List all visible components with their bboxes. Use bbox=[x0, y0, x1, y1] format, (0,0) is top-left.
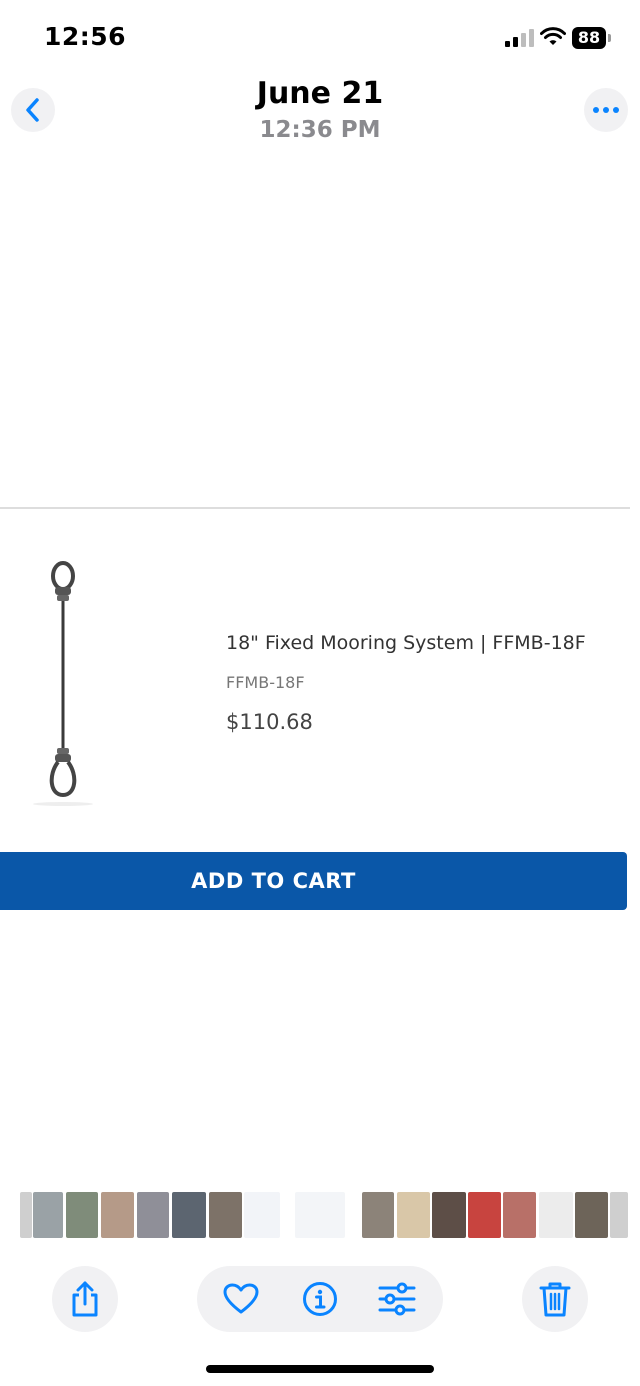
photo-thumbnail[interactable] bbox=[20, 1192, 32, 1238]
photo-thumbnail[interactable] bbox=[172, 1192, 206, 1238]
add-to-cart-button[interactable]: ADD TO CART bbox=[0, 852, 627, 910]
page-title: June 21 bbox=[256, 76, 384, 111]
favorite-button[interactable] bbox=[221, 1279, 261, 1319]
photo-thumbnail[interactable] bbox=[397, 1192, 430, 1238]
photo-thumbnail[interactable] bbox=[575, 1192, 608, 1238]
trash-icon bbox=[539, 1282, 571, 1317]
photo-thumbnail[interactable] bbox=[101, 1192, 134, 1238]
ellipsis-icon bbox=[593, 107, 619, 113]
status-time: 12:56 bbox=[44, 22, 127, 51]
info-icon bbox=[303, 1282, 337, 1316]
info-button[interactable] bbox=[300, 1279, 340, 1319]
photo-thumbnail[interactable] bbox=[432, 1192, 466, 1238]
photo-thumbnail[interactable] bbox=[503, 1192, 536, 1238]
photo-thumbnail[interactable] bbox=[468, 1192, 501, 1238]
photo-thumbnail[interactable] bbox=[539, 1192, 573, 1238]
share-icon bbox=[72, 1281, 98, 1317]
battery-icon: 88 bbox=[572, 27, 612, 49]
heart-icon bbox=[223, 1283, 259, 1314]
mooring-cable-image bbox=[33, 561, 93, 806]
adjust-button[interactable] bbox=[377, 1279, 417, 1319]
photo-thumbnail[interactable] bbox=[610, 1192, 628, 1238]
photo-thumbnail[interactable] bbox=[209, 1192, 242, 1238]
home-indicator bbox=[206, 1365, 434, 1373]
delete-button[interactable] bbox=[522, 1266, 588, 1332]
photo-thumbnail[interactable] bbox=[295, 1192, 345, 1238]
product-price: $110.68 bbox=[226, 710, 313, 734]
photo-thumbnail[interactable] bbox=[244, 1192, 280, 1238]
share-button[interactable] bbox=[52, 1266, 118, 1332]
battery-level: 88 bbox=[577, 28, 601, 47]
page-subtitle: 12:36 PM bbox=[259, 117, 381, 143]
more-button[interactable] bbox=[584, 88, 628, 132]
photo-thumbnail[interactable] bbox=[137, 1192, 169, 1238]
photo-thumbnail[interactable] bbox=[66, 1192, 98, 1238]
divider bbox=[0, 507, 630, 509]
product-name: 18" Fixed Mooring System | FFMB-18F bbox=[226, 632, 586, 654]
photo-thumbnail[interactable] bbox=[33, 1192, 63, 1238]
adjust-icon bbox=[378, 1282, 416, 1316]
photo-actions-group bbox=[197, 1266, 443, 1332]
photo-thumbnail[interactable] bbox=[362, 1192, 394, 1238]
cellular-signal-icon bbox=[505, 29, 534, 47]
product-sku: FFMB-18F bbox=[226, 673, 305, 692]
wifi-icon bbox=[540, 27, 566, 45]
